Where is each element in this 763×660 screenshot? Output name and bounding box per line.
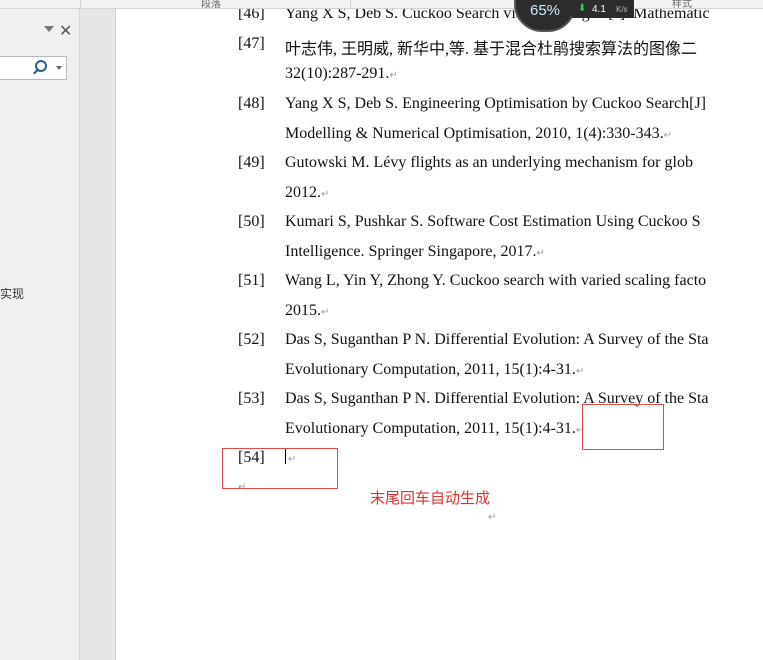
reference-line[interactable]: 2015.↵ <box>285 302 329 320</box>
reference-line-text: 叶志伟, 王明威, 新华中,等. 基于混合杜鹃搜索算法的图像二 <box>285 41 698 58</box>
reference-line[interactable]: Yang X S, Deb S. Engineering Optimisatio… <box>285 95 706 113</box>
nav-heading-item[interactable]: 实现 <box>0 285 24 302</box>
reference-number: [52] <box>238 331 265 348</box>
paragraph-mark: ↵ <box>238 482 247 493</box>
ribbon-bottom-strip: 段落 样式 <box>0 0 763 9</box>
paragraph-mark: ↵ <box>488 512 497 523</box>
reference-number: [49] <box>238 154 265 171</box>
chevron-down-icon[interactable] <box>44 26 54 32</box>
paragraph-mark: ↵ <box>389 70 398 81</box>
reference-line[interactable]: 2012.↵ <box>285 184 329 202</box>
reference-line[interactable]: Intelligence. Springer Singapore, 2017.↵ <box>285 243 545 261</box>
reference-line[interactable]: Das S, Suganthan P N. Differential Evolu… <box>285 331 709 349</box>
network-speed-widget[interactable]: ⬇ 4.1 K/s <box>572 0 634 18</box>
reference-line-text: Kumari S, Pushkar S. Software Cost Estim… <box>285 213 701 230</box>
reference-number: [46] <box>238 9 265 22</box>
ribbon-group-styles[interactable]: 样式 <box>672 0 692 8</box>
reference-line-text: 2012. <box>285 184 321 201</box>
network-speed-value: 4.1 <box>592 4 606 15</box>
document-page[interactable]: [46] Yang X S, Deb S. Cuckoo Search via L… <box>115 9 763 660</box>
paragraph-mark: ↵ <box>321 307 330 318</box>
annotation-box-end-mark <box>582 404 664 450</box>
search-icon[interactable] <box>35 60 47 72</box>
download-arrow-icon: ⬇ <box>578 3 587 14</box>
reference-line[interactable]: 32(10):287-291.↵ <box>285 65 398 83</box>
reference-line[interactable]: Gutowski M. Lévy flights as an underlyin… <box>285 154 693 172</box>
reference-line-text: Yang X S, Deb S. Engineering Optimisatio… <box>285 95 706 112</box>
reference-line[interactable]: Evolutionary Computation, 2011, 15(1):4-… <box>285 420 584 438</box>
reference-number: [48] <box>238 95 265 112</box>
reference-line-text: 2015. <box>285 302 321 319</box>
reference-line[interactable]: Kumari S, Pushkar S. Software Cost Estim… <box>285 213 701 231</box>
reference-line[interactable]: Wang L, Yin Y, Zhong Y. Cuckoo search wi… <box>285 272 706 290</box>
paragraph-mark: ↵ <box>321 189 330 200</box>
nav-search-input[interactable] <box>0 56 67 80</box>
ribbon-separator <box>350 0 351 8</box>
reference-line-text: Wang L, Yin Y, Zhong Y. Cuckoo search wi… <box>285 272 707 289</box>
ribbon-group-paragraph[interactable]: 段落 <box>201 0 221 8</box>
reference-line[interactable]: Yang X S, Deb S. Cuckoo Search via Lévy … <box>285 9 710 23</box>
document-margin <box>80 9 115 660</box>
reference-line-text: 32(10):287-291. <box>285 65 390 82</box>
navigation-pane: ✕ 实现 <box>0 9 80 660</box>
paragraph-mark: ↵ <box>575 366 585 377</box>
reference-line[interactable]: Modelling & Numerical Optimisation, 2010… <box>285 125 672 143</box>
reference-number: [47] <box>238 35 265 52</box>
paragraph-mark: ↵ <box>663 130 673 141</box>
reference-number: [51] <box>238 272 265 289</box>
reference-line[interactable]: Evolutionary Computation, 2011, 15(1):4-… <box>285 361 584 379</box>
reference-line-text: Das S, Suganthan P N. Differential Evolu… <box>285 331 709 348</box>
reference-line-text: Yang X S, Deb S. Cuckoo Search via Lévy … <box>285 9 710 22</box>
search-dropdown-icon[interactable] <box>56 66 62 70</box>
reference-line[interactable]: 叶志伟, 王明威, 新华中,等. 基于混合杜鹃搜索算法的图像二 <box>285 35 697 59</box>
close-icon[interactable]: ✕ <box>59 21 72 41</box>
paragraph-mark: ↵ <box>536 248 545 259</box>
reference-line-text: Evolutionary Computation, 2011, 15(1):4-… <box>285 361 576 378</box>
reference-line-text: Modelling & Numerical Optimisation, 2010… <box>285 125 664 142</box>
reference-line-text: Evolutionary Computation, 2011, 15(1):4-… <box>285 420 576 437</box>
cpu-percent: 65% <box>529 2 561 19</box>
reference-line-text: Intelligence. Springer Singapore, 2017. <box>285 243 537 260</box>
reference-number: [53] <box>238 390 265 407</box>
ribbon-separator <box>80 0 81 8</box>
reference-line-text: Gutowski M. Lévy flights as an underlyin… <box>285 154 693 171</box>
annotation-text: 末尾回车自动生成 <box>370 489 491 507</box>
reference-number: [50] <box>238 213 265 230</box>
network-speed-unit: K/s <box>616 5 628 14</box>
